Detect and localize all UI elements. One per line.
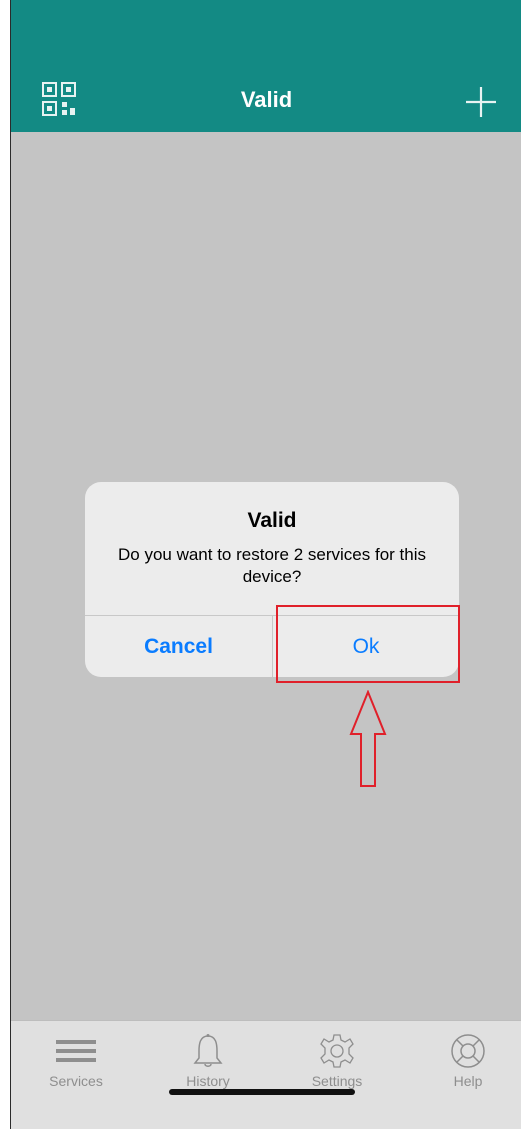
lifebuoy-icon xyxy=(451,1034,485,1068)
alert-title: Valid xyxy=(247,509,297,532)
tab-help[interactable]: Help xyxy=(423,1033,513,1089)
status-bar xyxy=(11,0,521,70)
tab-services[interactable]: Services xyxy=(31,1033,121,1089)
gear-icon xyxy=(320,1034,354,1068)
tab-label-settings: Settings xyxy=(311,1073,363,1089)
cancel-button[interactable]: Cancel xyxy=(85,616,272,677)
page-title: Valid xyxy=(240,87,293,112)
tab-history[interactable]: History xyxy=(163,1033,253,1089)
bell-icon xyxy=(193,1034,223,1067)
alert-message: Do you want to restore 2 services for th… xyxy=(117,545,427,586)
annotation-arrow-up-icon xyxy=(349,690,387,787)
tab-settings[interactable]: Settings xyxy=(292,1033,382,1089)
home-indicator[interactable] xyxy=(169,1089,355,1095)
tab-label-history: History xyxy=(186,1073,230,1089)
tab-label-services: Services xyxy=(49,1073,103,1089)
annotation-highlight-box xyxy=(276,605,460,683)
tab-bar: Services History Settings Help xyxy=(11,1020,521,1129)
plus-icon[interactable] xyxy=(464,85,498,119)
list-icon xyxy=(56,1040,96,1062)
app-screen: Valid Valid Do you want to restore 2 ser… xyxy=(10,0,521,1129)
navigation-bar: Valid xyxy=(11,70,521,132)
tab-label-help: Help xyxy=(453,1073,483,1089)
